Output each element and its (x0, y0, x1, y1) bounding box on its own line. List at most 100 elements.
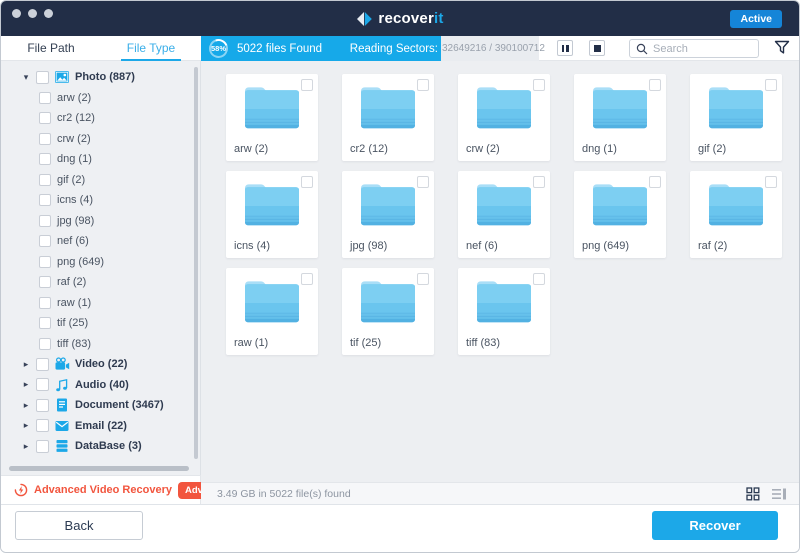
item-checkbox[interactable] (39, 276, 51, 289)
folder-label: dng (1) (582, 143, 617, 155)
folder-card-dng-1[interactable]: dng (1) (574, 74, 666, 161)
item-checkbox[interactable] (39, 153, 51, 166)
grid-view-button[interactable] (745, 486, 761, 501)
folder-icon (357, 180, 419, 228)
folder-card-raw-1[interactable]: raw (1) (226, 268, 318, 355)
tree-item-label: tif (25) (57, 317, 89, 330)
folder-card-icns-4[interactable]: icns (4) (226, 171, 318, 258)
tab-file-type[interactable]: File Type (101, 36, 201, 61)
tree-item-arw-2[interactable]: arw (2) (1, 88, 200, 109)
tree-item-label: cr2 (12) (57, 112, 95, 125)
category-checkbox[interactable] (36, 419, 49, 433)
item-checkbox[interactable] (39, 235, 51, 248)
chevron-right-icon[interactable]: ▸ (21, 359, 31, 370)
folder-icon (705, 180, 767, 228)
folder-icon (241, 277, 303, 325)
tree-item-tiff-83[interactable]: tiff (83) (1, 334, 200, 355)
category-checkbox[interactable] (36, 398, 49, 412)
folder-icon (241, 180, 303, 228)
tree-item-raw-1[interactable]: raw (1) (1, 293, 200, 314)
folder-label: raf (2) (698, 240, 728, 252)
filter-button[interactable] (773, 40, 791, 57)
tab-file-path[interactable]: File Path (1, 36, 101, 61)
folder-card-png-649[interactable]: png (649) (574, 171, 666, 258)
item-checkbox[interactable] (39, 173, 51, 186)
item-checkbox[interactable] (39, 317, 51, 330)
chevron-right-icon[interactable]: ▸ (21, 420, 31, 431)
pause-scan-button[interactable] (557, 40, 573, 56)
scan-progress-track: 32649216 / 390100712 (441, 36, 545, 61)
folder-card-nef-6[interactable]: nef (6) (458, 171, 550, 258)
folder-label: tiff (83) (466, 337, 501, 349)
tree-item-gif-2[interactable]: gif (2) (1, 170, 200, 191)
sidebar-horizontal-scrollbar[interactable] (9, 466, 189, 471)
search-input[interactable] (653, 42, 752, 55)
folder-label: icns (4) (234, 240, 271, 252)
tree-item-label: nef (6) (57, 235, 89, 248)
tree-item-icns-4[interactable]: icns (4) (1, 190, 200, 211)
tree-category-label: Email (22) (75, 419, 127, 432)
chevron-right-icon[interactable]: ▸ (21, 379, 31, 390)
folder-card-gif-2[interactable]: gif (2) (690, 74, 782, 161)
tree-item-nef-6[interactable]: nef (6) (1, 231, 200, 252)
tree-category-label: Photo (887) (75, 71, 135, 84)
tree-item-label: raw (1) (57, 296, 92, 309)
toolbar: File Path File Type 58% 5022 files Found… (1, 35, 799, 62)
document-icon (54, 397, 70, 413)
category-checkbox[interactable] (36, 70, 49, 84)
folder-card-tiff-83[interactable]: tiff (83) (458, 268, 550, 355)
tree-item-dng-1[interactable]: dng (1) (1, 149, 200, 170)
active-button[interactable]: Active (730, 10, 782, 28)
tree-category-document-3467[interactable]: ▸ Document (3467) (1, 395, 200, 416)
folder-card-raf-2[interactable]: raf (2) (690, 171, 782, 258)
folder-card-arw-2[interactable]: arw (2) (226, 74, 318, 161)
tree-category-photo-887[interactable]: ▾ Photo (887) (1, 67, 200, 88)
tree-category-video-22[interactable]: ▸ Video (22) (1, 354, 200, 375)
category-checkbox[interactable] (36, 357, 49, 371)
item-checkbox[interactable] (39, 91, 51, 104)
stop-icon (593, 44, 601, 52)
tree-item-label: dng (1) (57, 153, 92, 166)
folder-card-tif-25[interactable]: tif (25) (342, 268, 434, 355)
advanced-video-recovery[interactable]: Advanced Video Recovery Advanced (1, 475, 238, 504)
chevron-down-icon[interactable]: ▾ (21, 72, 31, 83)
folder-icon (705, 83, 767, 131)
folder-label: raw (1) (234, 337, 269, 349)
progress-percent-badge: 58% (205, 35, 232, 62)
chevron-right-icon[interactable]: ▸ (21, 441, 31, 452)
category-checkbox[interactable] (36, 439, 49, 453)
category-checkbox[interactable] (36, 378, 49, 392)
item-checkbox[interactable] (39, 194, 51, 207)
folder-card-crw-2[interactable]: crw (2) (458, 74, 550, 161)
item-checkbox[interactable] (39, 132, 51, 145)
tree-category-database-3[interactable]: ▸ DataBase (3) (1, 436, 200, 457)
tree-item-cr2-12[interactable]: cr2 (12) (1, 108, 200, 129)
item-checkbox[interactable] (39, 296, 51, 309)
sectors-value: 32649216 / 390100712 (442, 43, 545, 54)
folder-card-jpg-98[interactable]: jpg (98) (342, 171, 434, 258)
item-checkbox[interactable] (39, 214, 51, 227)
tree-item-tif-25[interactable]: tif (25) (1, 313, 200, 334)
tree-item-raf-2[interactable]: raf (2) (1, 272, 200, 293)
tree-item-crw-2[interactable]: crw (2) (1, 129, 200, 150)
tree-item-jpg-98[interactable]: jpg (98) (1, 211, 200, 232)
item-checkbox[interactable] (39, 112, 51, 125)
item-checkbox[interactable] (39, 255, 51, 268)
tree-item-png-649[interactable]: png (649) (1, 252, 200, 273)
folder-card-cr2-12[interactable]: cr2 (12) (342, 74, 434, 161)
folder-icon (589, 180, 651, 228)
list-view-button[interactable] (771, 487, 787, 501)
chevron-right-icon[interactable]: ▸ (21, 400, 31, 411)
search-box[interactable] (629, 39, 759, 58)
sidebar-vertical-scrollbar[interactable] (194, 67, 198, 459)
folder-icon (357, 83, 419, 131)
recover-button[interactable]: Recover (652, 511, 778, 540)
back-button[interactable]: Back (15, 511, 143, 540)
file-type-tree: ▾ Photo (887) arw (2) cr2 (12) crw (2) dng (1… (1, 61, 200, 457)
stop-scan-button[interactable] (589, 40, 605, 56)
item-checkbox[interactable] (39, 337, 51, 350)
tree-category-email-22[interactable]: ▸ Email (22) (1, 416, 200, 437)
tree-category-audio-40[interactable]: ▸ Audio (40) (1, 375, 200, 396)
folder-icon (473, 180, 535, 228)
audio-icon (54, 377, 70, 393)
